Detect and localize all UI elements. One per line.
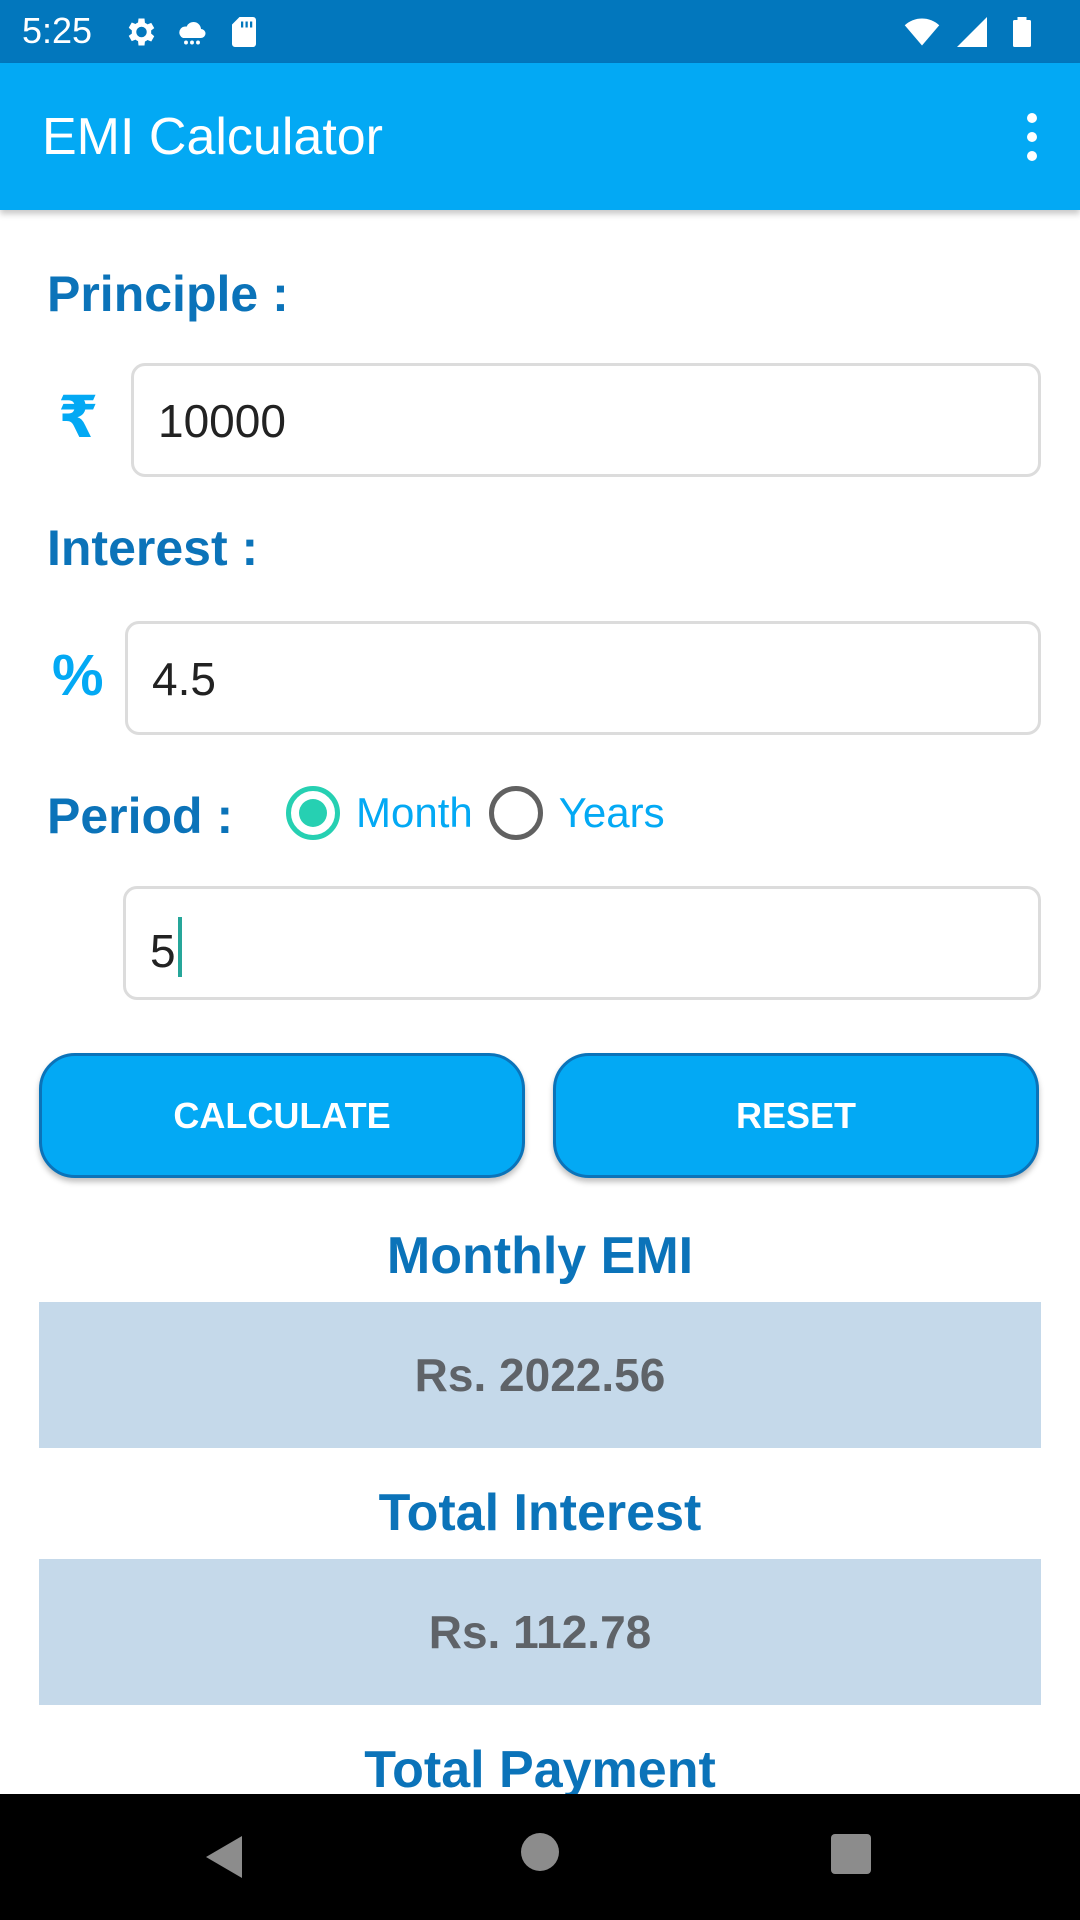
period-input[interactable]: 5 [123, 886, 1041, 1000]
total-interest-value: Rs. 112.78 [39, 1559, 1041, 1705]
period-value: 5 [150, 917, 182, 978]
signal-icon [957, 17, 987, 47]
overflow-menu-icon[interactable] [1002, 100, 1062, 174]
percent-icon: % [52, 643, 104, 708]
back-icon[interactable] [204, 1834, 244, 1880]
principle-label: Principle : [47, 266, 289, 322]
app-title: EMI Calculator [42, 108, 383, 166]
total-interest-label: Total Interest [378, 1484, 702, 1542]
radio-month[interactable]: Month [286, 786, 473, 840]
period-label: Period : [47, 788, 234, 844]
status-time: 5:25 [22, 10, 93, 51]
radio-years[interactable]: Years [488, 786, 665, 840]
wifi-icon [904, 18, 940, 46]
interest-value: 4.5 [152, 653, 216, 705]
monthly-emi-label: Monthly EMI [386, 1227, 694, 1285]
sd-card-icon [232, 17, 256, 47]
radio-years-label[interactable]: Years [559, 788, 665, 838]
period-value-text: 5 [150, 925, 176, 977]
radio-years-button[interactable] [488, 786, 543, 840]
home-icon[interactable] [521, 1833, 559, 1871]
weather-icon [179, 21, 206, 45]
interest-input[interactable]: 4.5 [125, 621, 1041, 735]
app-bar: EMI Calculator [0, 63, 1080, 210]
calculate-button[interactable]: CALCULATE [39, 1053, 525, 1178]
radio-month-button[interactable] [286, 786, 340, 840]
radio-month-label[interactable]: Month [356, 788, 473, 838]
interest-label: Interest : [47, 520, 259, 576]
monthly-emi-value: Rs. 2022.56 [39, 1302, 1041, 1448]
status-bar: 5:25 [0, 0, 1080, 63]
period-unit-radio-group: Month Years [286, 786, 681, 840]
reset-button[interactable]: RESET [553, 1053, 1039, 1178]
gear-icon [128, 18, 155, 46]
recents-icon[interactable] [831, 1834, 871, 1874]
navigation-bar [0, 1794, 1080, 1920]
rupee-icon: ₹ [58, 385, 99, 450]
total-payment-label: Total Payment [364, 1741, 716, 1799]
text-cursor [177, 917, 182, 977]
principle-input[interactable]: 10000 [131, 363, 1041, 477]
battery-icon [1013, 17, 1031, 47]
principle-value: 10000 [158, 395, 286, 447]
